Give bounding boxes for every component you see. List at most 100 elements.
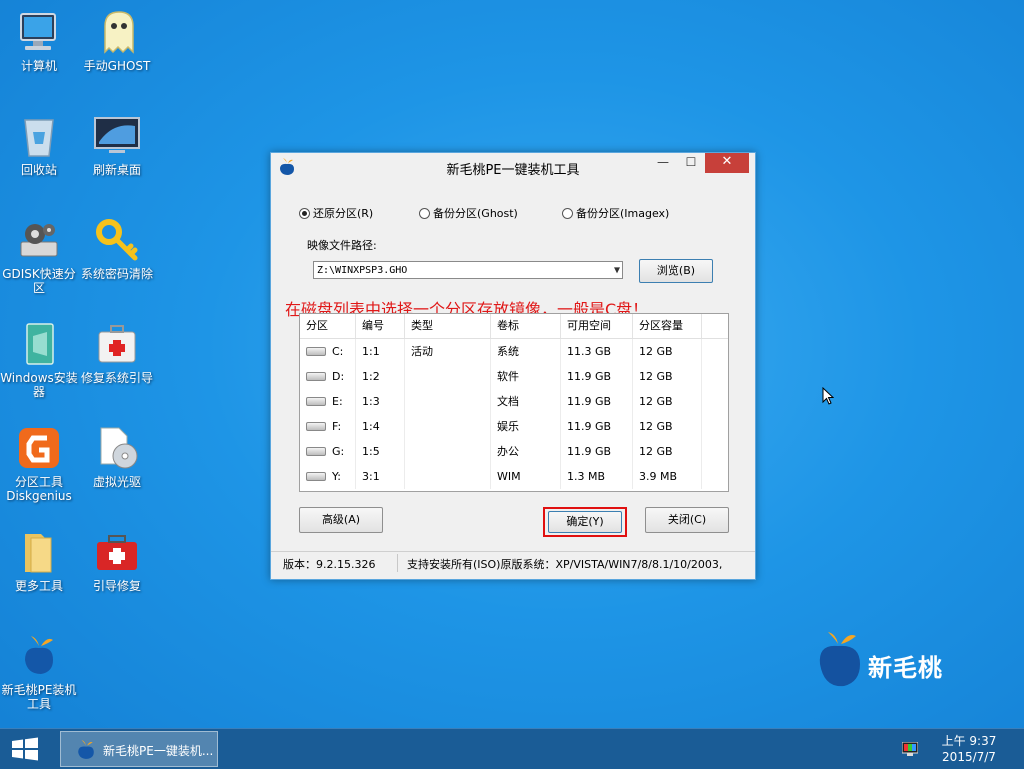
cell-label: 软件 [491, 364, 561, 389]
cell-label: 系统 [491, 339, 561, 364]
drive-icon [306, 371, 326, 381]
installer-icon [15, 320, 63, 368]
drive-icon [306, 446, 326, 456]
system-clock[interactable]: 上午 9:37 2015/7/7 [930, 733, 1008, 765]
cell-free-space: 11.9 GB [561, 364, 633, 389]
cell-capacity: 12 GB [633, 414, 702, 439]
brand-logo: 新毛桃 [816, 630, 966, 694]
brand-peach-icon [819, 632, 860, 687]
cell-capacity: 12 GB [633, 339, 702, 364]
cell-free-space: 11.9 GB [561, 439, 633, 464]
cell-type [405, 464, 491, 489]
radio-restore[interactable] [299, 207, 310, 219]
chevron-down-icon[interactable]: ▼ [614, 262, 620, 280]
desktop-icon-diskgenius[interactable]: 分区工具Diskgenius [0, 424, 78, 503]
image-path-value: Z:\WINXPSP3.GHO [317, 265, 408, 276]
disk-gear-icon [15, 216, 63, 264]
cell-type [405, 389, 491, 414]
browse-button[interactable]: 浏览(B) [639, 259, 713, 283]
computer-icon [15, 8, 63, 56]
table-header: 分区 编号 类型 卷标 可用空间 分区容量 [300, 314, 728, 339]
diskgenius-icon [15, 424, 63, 472]
table-row[interactable]: D: 1:2 软件 11.9 GB 12 GB [300, 364, 728, 389]
cell-number: 1:2 [356, 364, 405, 389]
advanced-button[interactable]: 高级(A) [299, 507, 383, 533]
radio-backup-imagex[interactable] [562, 207, 573, 219]
cell-number: 1:3 [356, 389, 405, 414]
cell-capacity: 12 GB [633, 439, 702, 464]
col-type[interactable]: 类型 [405, 314, 491, 338]
brand-name: 新毛桃 [868, 654, 943, 682]
installer-window: 新毛桃PE一键装机工具 — ☐ ✕ 还原分区(R) 备份分区(Ghost) 备份… [270, 152, 756, 580]
minimize-button[interactable]: — [649, 153, 677, 173]
drive-icon [306, 346, 326, 356]
cell-partition: C: [300, 339, 356, 364]
close-button[interactable]: 关闭(C) [645, 507, 729, 533]
status-support: 支持安装所有(ISO)原版系统：XP/VISTA/WIN7/8/8.1/10/2… [407, 558, 723, 571]
cell-free-space: 1.3 MB [561, 464, 633, 489]
ghost-icon [93, 8, 141, 56]
cell-type: 活动 [405, 339, 491, 364]
image-path-select[interactable]: Z:\WINXPSP3.GHO ▼ [313, 261, 623, 279]
table-row[interactable]: E: 1:3 文档 11.9 GB 12 GB [300, 389, 728, 414]
desktop-icon-repair-boot[interactable]: 修复系统引导 [78, 320, 156, 385]
cell-type [405, 439, 491, 464]
cell-label: WIM [491, 464, 561, 489]
taskbar-item-installer[interactable]: 新毛桃PE一键装机... [60, 731, 218, 767]
virtual-drive-icon [93, 424, 141, 472]
desktop-icon-virtual-drive[interactable]: 虚拟光驱 [78, 424, 156, 489]
col-partition[interactable]: 分区 [300, 314, 356, 338]
radio-backup-ghost[interactable] [419, 207, 430, 219]
drive-icon [306, 396, 326, 406]
cell-label: 娱乐 [491, 414, 561, 439]
maximize-button[interactable]: ☐ [677, 153, 705, 173]
cell-capacity: 12 GB [633, 389, 702, 414]
table-row[interactable]: F: 1:4 娱乐 11.9 GB 12 GB [300, 414, 728, 439]
status-version: 版本：9.2.15.326 [283, 558, 376, 571]
table-row[interactable]: Y: 3:1 WIM 1.3 MB 3.9 MB [300, 464, 728, 489]
cell-type [405, 414, 491, 439]
desktop-icon-ghost[interactable]: 手动GHOST [78, 8, 156, 73]
status-divider [397, 554, 398, 572]
drive-icon [306, 421, 326, 431]
peach-logo-icon [15, 632, 63, 680]
desktop-icon-recycle-bin[interactable]: 回收站 [0, 112, 78, 177]
option-restore[interactable]: 还原分区(R) [299, 205, 373, 221]
desktop-icon-gdisk[interactable]: GDISK快速分区 [0, 216, 78, 295]
recycle-bin-icon [15, 112, 63, 160]
key-icon [93, 216, 141, 264]
cell-free-space: 11.9 GB [561, 414, 633, 439]
col-label[interactable]: 卷标 [491, 314, 561, 338]
cell-capacity: 12 GB [633, 364, 702, 389]
cell-partition: E: [300, 389, 356, 414]
desktop-icon-windows-installer[interactable]: Windows安装器 [0, 320, 78, 399]
ok-highlight: 确定(Y) [543, 507, 627, 537]
first-aid-kit-icon [93, 320, 141, 368]
desktop-icon-refresh-desktop[interactable]: 刷新桌面 [78, 112, 156, 177]
start-button[interactable] [10, 737, 40, 761]
table-row[interactable]: G: 1:5 办公 11.9 GB 12 GB [300, 439, 728, 464]
col-capacity[interactable]: 分区容量 [633, 314, 702, 338]
cell-number: 3:1 [356, 464, 405, 489]
display-tray-icon[interactable] [901, 741, 919, 756]
col-free-space[interactable]: 可用空间 [561, 314, 633, 338]
cell-number: 1:4 [356, 414, 405, 439]
desktop-icon-boot-repair[interactable]: 引导修复 [78, 528, 156, 593]
desktop-icon-pe-installer[interactable]: 新毛桃PE装机工具 [0, 632, 78, 711]
table-row[interactable]: C: 1:1 活动 系统 11.3 GB 12 GB [300, 339, 728, 364]
col-number[interactable]: 编号 [356, 314, 405, 338]
desktop-icon-password-clear[interactable]: 系统密码清除 [78, 216, 156, 281]
option-backup-ghost[interactable]: 备份分区(Ghost) [419, 205, 518, 221]
desktop-icon-computer[interactable]: 计算机 [0, 8, 78, 73]
cell-number: 1:1 [356, 339, 405, 364]
toolbox-icon [93, 528, 141, 576]
desktop: { "desktop": { "icons": [ {"label": "计算机… [0, 0, 1024, 769]
window-titlebar[interactable]: 新毛桃PE一键装机工具 — ☐ ✕ [271, 153, 755, 181]
cell-partition: Y: [300, 464, 356, 489]
close-window-button[interactable]: ✕ [705, 153, 749, 173]
status-bar: 版本：9.2.15.326 支持安装所有(ISO)原版系统：XP/VISTA/W… [271, 551, 755, 574]
desktop-icon-more-tools[interactable]: 更多工具 [0, 528, 78, 593]
ok-button[interactable]: 确定(Y) [548, 511, 622, 533]
option-backup-imagex[interactable]: 备份分区(Imagex) [562, 205, 669, 221]
cell-capacity: 3.9 MB [633, 464, 702, 489]
